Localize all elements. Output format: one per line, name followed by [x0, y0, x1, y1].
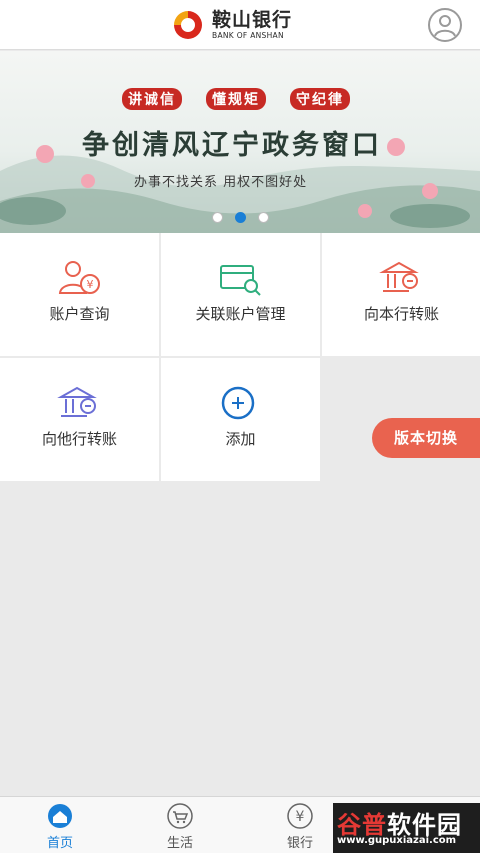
carousel-dot[interactable] [212, 212, 223, 223]
add-circle-icon [221, 386, 255, 420]
carousel-indicator[interactable] [212, 212, 269, 223]
bank-transfer-icon [379, 261, 419, 292]
banner-title: 争创清风辽宁政务窗口 [82, 130, 382, 161]
carousel-dot[interactable] [258, 212, 269, 223]
other-bank-transfer-icon [57, 386, 97, 417]
menu-add[interactable]: 添加 [161, 358, 320, 481]
menu-label: 关联账户管理 [195, 305, 286, 323]
menu-label: 添加 [225, 430, 256, 448]
bank-name-cn: 鞍山银行 [212, 8, 293, 31]
menu-bank-transfer[interactable]: 向本行转账 [322, 233, 480, 356]
watermark-url: www.gupuxiazai.com [337, 835, 457, 846]
svg-text:¥: ¥ [296, 809, 305, 825]
cart-icon [167, 803, 193, 829]
bank-logo-icon [170, 9, 206, 41]
banner-subtitle: 办事不找关系 用权不图好处 [134, 175, 308, 190]
banner-slogan: 讲诚信 [122, 88, 182, 110]
banner-slogan: 懂规矩 [206, 88, 266, 110]
user-avatar-button[interactable] [428, 8, 462, 42]
tab-label: 生活 [166, 836, 193, 851]
account-query-icon: ¥ [58, 261, 100, 294]
tab-label: 首页 [46, 836, 73, 851]
menu-linked-account[interactable]: 关联账户管理 [161, 233, 320, 356]
promo-banner[interactable]: 讲诚信 懂规矩 守纪律 争创清风辽宁政务窗口 办事不找关系 用权不图好处 [0, 51, 480, 233]
menu-account-query[interactable]: ¥ 账户查询 [0, 233, 159, 356]
carousel-dot-active[interactable] [235, 212, 246, 223]
tab-home[interactable]: 首页 [0, 797, 120, 853]
linked-account-icon [220, 265, 261, 296]
tab-life[interactable]: 生活 [120, 797, 240, 853]
top-header: 鞍山银行 BANK OF ANSHAN [0, 0, 480, 50]
home-icon [48, 804, 72, 828]
site-watermark: 谷普软件园 www.gupuxiazai.com [333, 803, 480, 853]
user-avatar-icon [434, 15, 456, 37]
svg-text:¥: ¥ [87, 278, 94, 291]
menu-label: 向本行转账 [363, 305, 439, 323]
menu-label: 账户查询 [49, 305, 110, 323]
menu-label: 向他行转账 [41, 430, 117, 448]
bank-name-en: BANK OF ANSHAN [212, 30, 284, 40]
bank-logo: 鞍山银行 BANK OF ANSHAN [170, 9, 292, 41]
yen-icon: ¥ [287, 803, 313, 829]
version-switch-button[interactable]: 版本切换 [372, 418, 480, 458]
banner-slogan: 守纪律 [290, 88, 350, 110]
menu-other-bank-transfer[interactable]: 向他行转账 [0, 358, 159, 481]
